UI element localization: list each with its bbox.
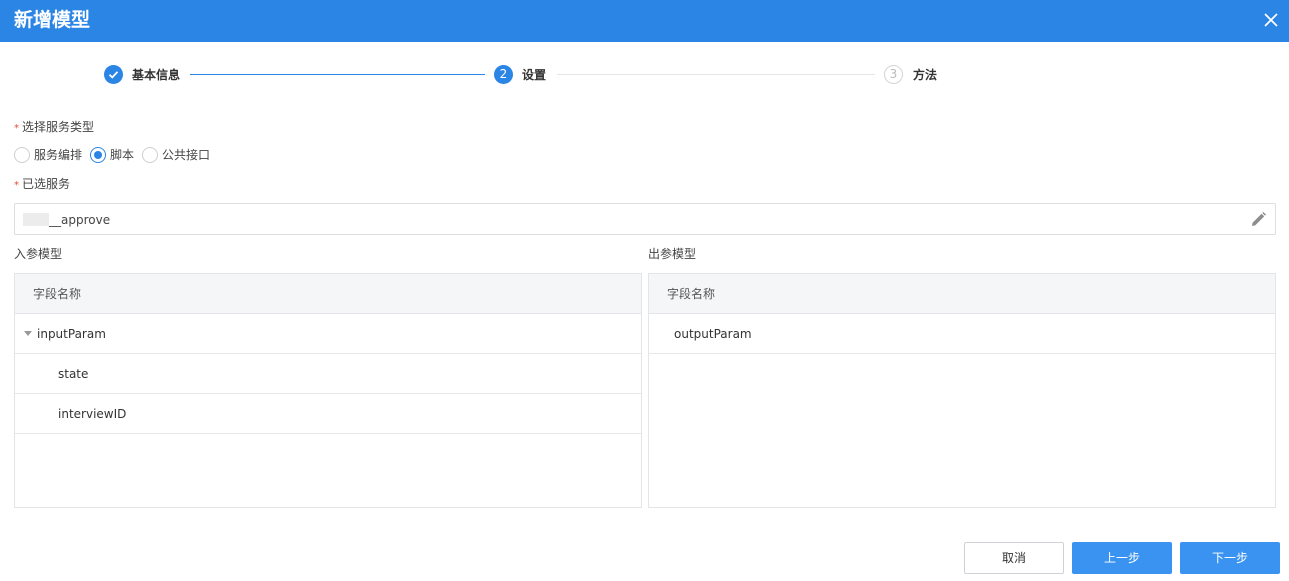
table-row[interactable]: state — [15, 354, 641, 394]
field-name: state — [58, 367, 89, 381]
field-name: interviewID — [58, 407, 127, 421]
step-2-number: 2 — [494, 65, 513, 84]
service-type-label-text: 选择服务类型 — [22, 120, 95, 134]
table-header: 字段名称 — [649, 274, 1275, 314]
selected-service-label: * 已选服务 — [14, 176, 70, 194]
step-2-connector — [557, 74, 875, 75]
table-row[interactable]: outputParam — [649, 314, 1275, 354]
dialog-title: 新增模型 — [14, 9, 91, 31]
service-type-label: * 选择服务类型 — [14, 119, 94, 137]
next-step-button[interactable]: 下一步 — [1180, 542, 1280, 574]
field-name: inputParam — [37, 327, 106, 341]
table-header: 字段名称 — [15, 274, 641, 314]
pencil-icon[interactable] — [1250, 211, 1267, 228]
step-1-connector — [190, 74, 485, 75]
field-name: outputParam — [674, 327, 752, 341]
column-header-field-name: 字段名称 — [667, 287, 716, 301]
required-mark: * — [14, 123, 19, 134]
step-3-number: 3 — [884, 65, 903, 84]
column-header-field-name: 字段名称 — [33, 287, 82, 301]
prev-step-button[interactable]: 上一步 — [1072, 542, 1172, 574]
output-model-table: 字段名称 outputParam — [648, 273, 1276, 508]
required-mark: * — [14, 180, 19, 191]
caret-down-icon[interactable] — [24, 331, 32, 336]
dialog-header: 新增模型 — [0, 0, 1289, 42]
selected-service-label-text: 已选服务 — [22, 177, 71, 191]
radio-label: 脚本 — [110, 148, 135, 162]
radio-label: 服务编排 — [34, 148, 83, 162]
table-row[interactable]: inputParam — [15, 314, 641, 354]
step-indicator: 基本信息 2 设置 3 方法 — [0, 64, 1289, 86]
step-2-label: 设置 — [522, 68, 547, 82]
step-1-label: 基本信息 — [132, 68, 181, 82]
cancel-button[interactable]: 取消 — [964, 542, 1064, 574]
radio-label: 公共接口 — [162, 148, 211, 162]
selected-service-field[interactable]: __approve — [14, 203, 1276, 235]
input-model-table: 字段名称 inputParam state interviewID — [14, 273, 642, 508]
redacted-text — [23, 213, 49, 226]
check-icon — [108, 71, 119, 79]
table-row[interactable]: interviewID — [15, 394, 641, 434]
output-model-title: 出参模型 — [648, 247, 697, 261]
step-1-check-icon — [104, 65, 123, 84]
radio-circle[interactable] — [142, 147, 158, 163]
selected-service-value: __approve — [49, 213, 111, 227]
close-icon[interactable] — [1261, 10, 1281, 30]
radio-circle-selected[interactable] — [90, 147, 106, 163]
input-model-title: 入参模型 — [14, 247, 63, 261]
radio-circle[interactable] — [14, 147, 30, 163]
step-3-label: 方法 — [913, 68, 938, 82]
